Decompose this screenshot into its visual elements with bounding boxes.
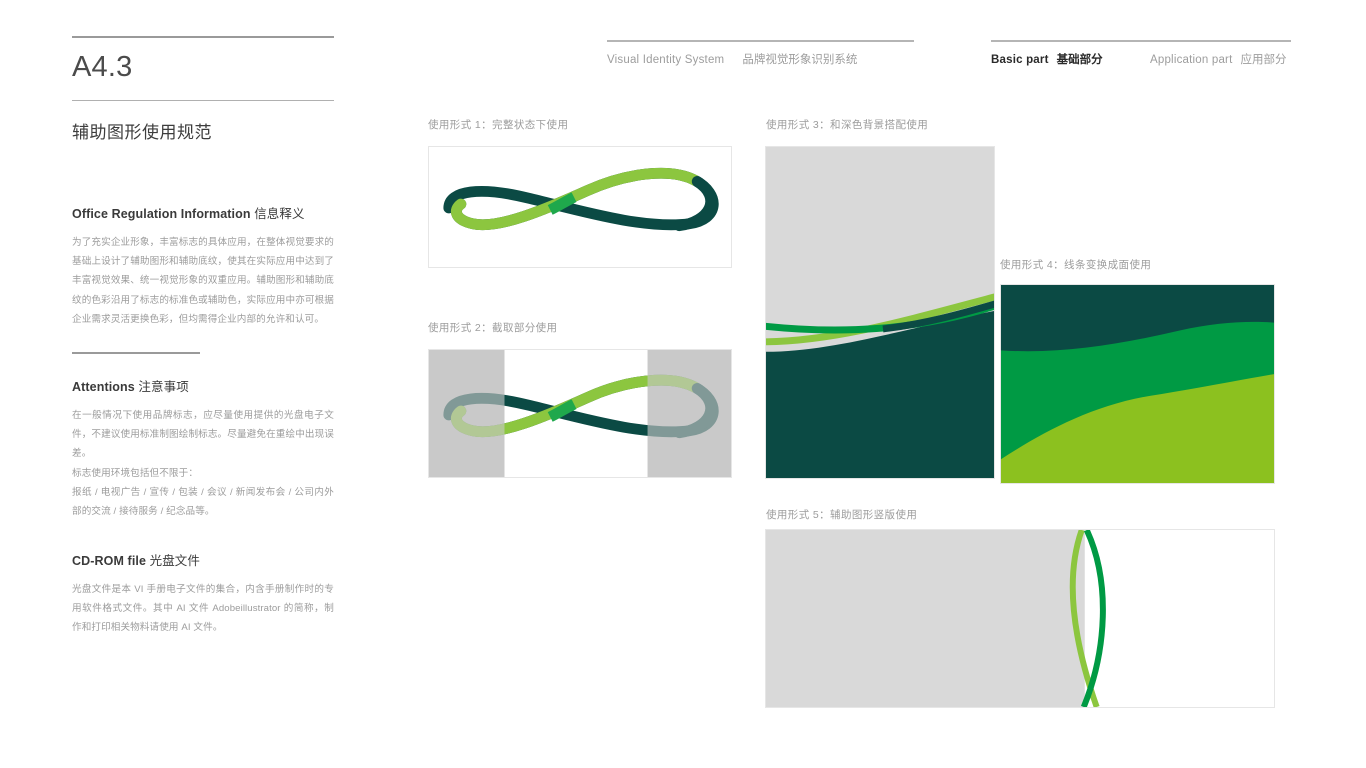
page-code: A4.3 (72, 51, 133, 83)
panel-usage-5 (765, 529, 1275, 708)
header-rule-right (991, 40, 1291, 42)
caption-usage-1: 使用形式 1：完整状态下使用 (428, 119, 569, 131)
section-heading-en: Office Regulation Information (72, 207, 251, 221)
header-basic-en: Basic part (991, 54, 1049, 66)
header-vis-cn: 品牌视觉形象识别系统 (742, 54, 858, 66)
section-body: 为了充实企业形象，丰富标志的具体应用，在整体视觉要求的基础上设计了辅助图形和辅助… (72, 233, 334, 329)
caption-usage-3: 使用形式 3：和深色背景搭配使用 (766, 119, 929, 131)
header-tab-application-part[interactable]: Application part 应用部分 (1150, 51, 1286, 67)
line-to-plane-graphic (1001, 285, 1274, 483)
section-heading-en: CD-ROM file (72, 554, 147, 568)
section-divider (72, 352, 200, 354)
section-body: 光盘文件是本 VI 手册电子文件的集合，内含手册制作时的专用软件格式文件。其中 … (72, 580, 334, 638)
header-tab-basic-part[interactable]: Basic part 基础部分 (991, 51, 1103, 67)
header-basic-cn: 基础部分 (1056, 54, 1103, 66)
panel-usage-3 (765, 146, 995, 479)
section-heading-cn: 注意事项 (138, 380, 189, 394)
ribbon-cropped-graphic (429, 350, 731, 477)
section-heading: Attentions 注意事项 (72, 376, 334, 395)
panel-usage-1 (428, 146, 732, 268)
caption-usage-4: 使用形式 4：线条变换成面使用 (1000, 259, 1152, 271)
panel5-gray-block (766, 530, 1085, 707)
vertical-graphic (766, 530, 1274, 707)
section-heading: Office Regulation Information 信息释义 (72, 203, 334, 222)
page-code-top-rule (72, 36, 334, 38)
left-column: A4.3 辅助图形使用规范 (72, 36, 334, 143)
header-vis-row: Visual Identity System 品牌视觉形象识别系统 (607, 51, 857, 67)
dark-background-graphic (766, 147, 994, 478)
section-body: 在一般情况下使用品牌标志，应尽量使用提供的光盘电子文件，不建议使用标准制图绘制标… (72, 406, 334, 521)
header-rule-left (607, 40, 914, 42)
section-body-text: 光盘文件是本 VI 手册电子文件的集合，内含手册制作时的专用软件格式文件。其中 … (72, 584, 334, 634)
section-attentions: Attentions 注意事项 在一般情况下使用品牌标志，应尽量使用提供的光盘电… (72, 376, 334, 521)
header-application-cn: 应用部分 (1240, 54, 1287, 66)
page-code-bottom-rule (72, 99, 334, 101)
section-office-regulation: Office Regulation Information 信息释义 为了充实企… (72, 203, 334, 329)
section-body-text: 为了充实企业形象，丰富标志的具体应用，在整体视觉要求的基础上设计了辅助图形和辅助… (72, 237, 334, 325)
header-application-en: Application part (1150, 54, 1233, 66)
ribbon-full-graphic (443, 167, 719, 232)
caption-usage-5: 使用形式 5：辅助图形竖版使用 (766, 509, 918, 521)
panel-usage-4 (1000, 284, 1275, 484)
section-heading-en: Attentions (72, 380, 135, 394)
section-heading: CD-ROM file 光盘文件 (72, 550, 334, 569)
section-heading-cn: 光盘文件 (149, 554, 200, 568)
section-body-text: 在一般情况下使用品牌标志，应尽量使用提供的光盘电子文件，不建议使用标准制图绘制标… (72, 410, 334, 517)
panel2-overlay-left (429, 350, 505, 477)
section-heading-cn: 信息释义 (254, 207, 305, 221)
panel2-overlay-right (647, 350, 731, 477)
ribbon-light-stroke (450, 167, 701, 231)
section-divider-wrap (72, 352, 334, 354)
page-title: 辅助图形使用规范 (72, 122, 212, 142)
section-cd-rom-file: CD-ROM file 光盘文件 光盘文件是本 VI 手册电子文件的集合，内含手… (72, 550, 334, 638)
caption-usage-2: 使用形式 2：截取部分使用 (428, 322, 558, 334)
header-vis-en: Visual Identity System (607, 54, 725, 66)
panel-usage-2 (428, 349, 732, 478)
